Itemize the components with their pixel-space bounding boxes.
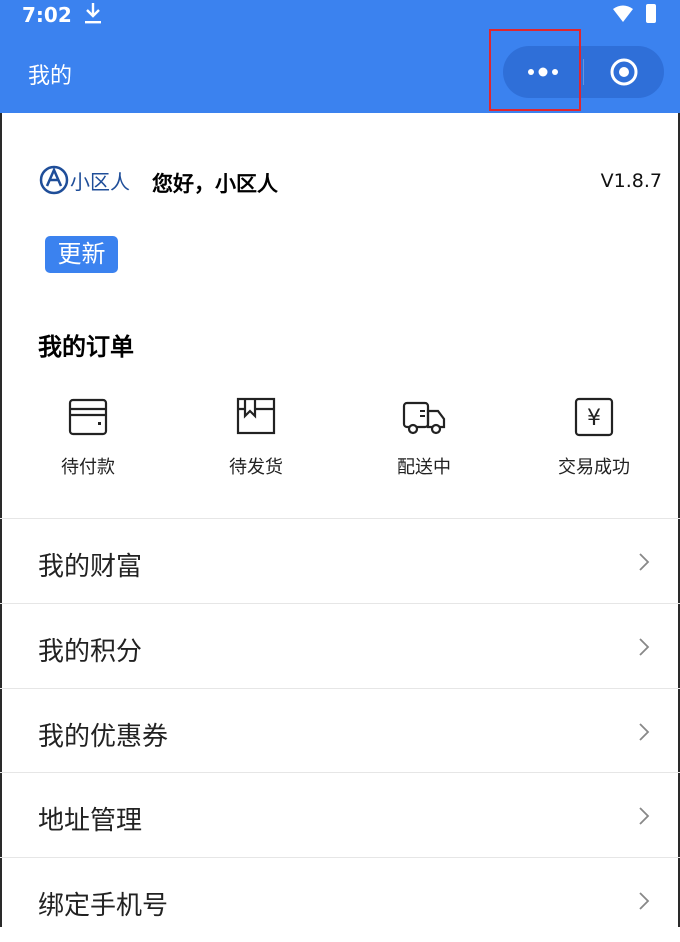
yen-glyph: ¥ (587, 406, 601, 431)
battery-icon (646, 4, 656, 23)
wifi-icon (613, 5, 633, 22)
truck-icon (402, 401, 446, 435)
order-label: 交易成功 (558, 457, 630, 478)
menu-item-label: 我的积分 (38, 637, 143, 667)
menu-item-coupons[interactable]: 我的优惠券 (0, 689, 680, 773)
chevron-right-icon (639, 723, 650, 741)
menu-item-label: 绑定手机号 (38, 891, 169, 921)
close-button[interactable] (584, 46, 664, 98)
brand-logo: 小区人 (39, 165, 130, 195)
order-label: 待付款 (61, 457, 115, 478)
order-pending-shipment[interactable]: 待发货 (196, 393, 316, 493)
menu-item-address[interactable]: 地址管理 (0, 773, 680, 857)
target-close-icon (610, 58, 638, 86)
order-completed[interactable]: ¥ 交易成功 (534, 393, 654, 493)
page-title: 我的 (28, 64, 73, 89)
wallet-icon (68, 398, 108, 436)
svg-text:小区人: 小区人 (70, 170, 130, 194)
highlight-box (489, 29, 581, 111)
order-delivering[interactable]: 配送中 (364, 393, 484, 493)
greeting-text: 您好，小区人 (152, 172, 278, 196)
menu-item-label: 地址管理 (38, 806, 143, 836)
order-label: 配送中 (397, 457, 451, 478)
update-button[interactable]: 更新 (45, 236, 118, 273)
orders-title: 我的订单 (38, 333, 134, 361)
yen-icon: ¥ (574, 397, 614, 437)
chevron-right-icon (639, 807, 650, 825)
version-label: V1.8.7 (600, 170, 662, 192)
status-bar: 7:02 (0, 0, 680, 30)
chevron-right-icon (639, 892, 650, 910)
menu-item-points[interactable]: 我的积分 (0, 604, 680, 688)
package-icon (236, 397, 276, 435)
menu-item-bind-phone[interactable]: 绑定手机号 (0, 858, 680, 942)
menu-item-label: 我的财富 (38, 552, 143, 582)
chevron-right-icon (639, 553, 650, 571)
menu-item-label: 我的优惠券 (38, 722, 169, 752)
order-pending-payment[interactable]: 待付款 (28, 393, 148, 493)
status-time: 7:02 (22, 3, 72, 27)
order-label: 待发货 (229, 457, 283, 478)
chevron-right-icon (639, 638, 650, 656)
menu-item-wealth[interactable]: 我的财富 (0, 519, 680, 603)
download-icon (85, 3, 101, 24)
